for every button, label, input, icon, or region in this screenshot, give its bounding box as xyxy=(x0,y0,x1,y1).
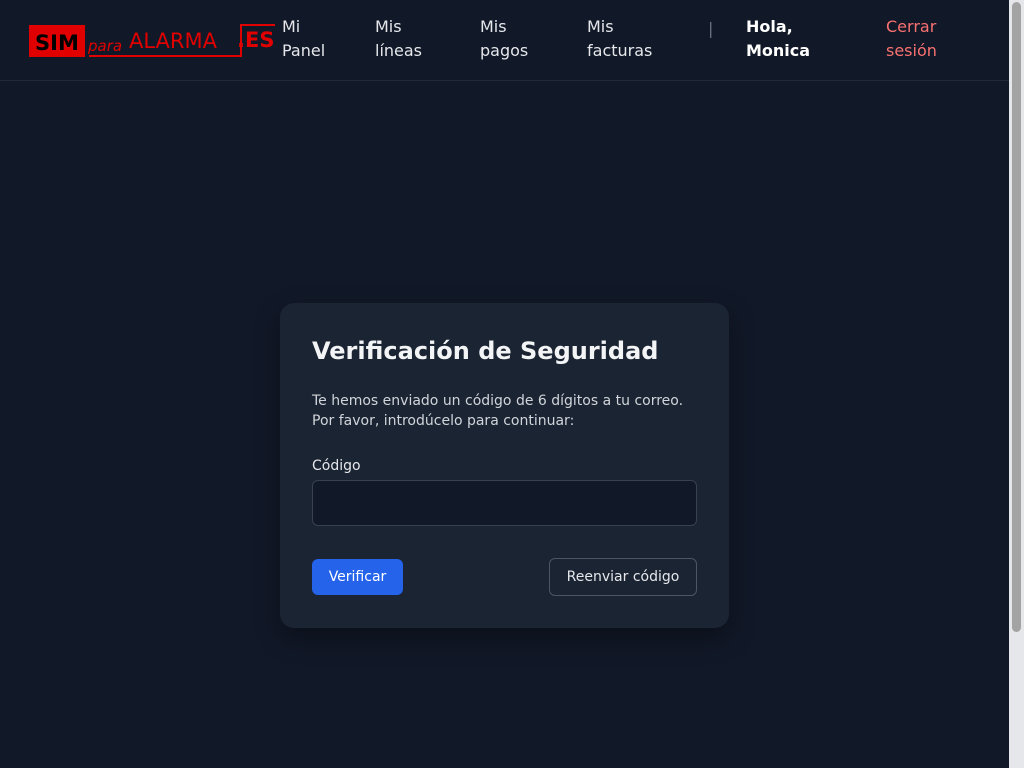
nav-separator: | xyxy=(708,19,714,38)
nav-mis-lineas-line2: líneas xyxy=(375,41,423,60)
code-input[interactable] xyxy=(312,480,697,526)
logo-sim-text: SIM xyxy=(35,31,79,55)
description-line1: Te hemos enviado un código de 6 dígitos … xyxy=(312,393,684,409)
nav-mis-pagos-line1: Mis xyxy=(480,17,507,36)
nav-mis-lineas-line1: Mis xyxy=(375,17,402,36)
nav-mis-facturas-line1: Mis xyxy=(587,17,614,36)
logo-alarma-text: ALARMA xyxy=(129,29,218,53)
logout-line2: sesión xyxy=(886,41,937,60)
nav-mis-pagos[interactable]: Mis pagos xyxy=(480,15,528,63)
code-label: Código xyxy=(312,458,361,474)
resend-code-button[interactable]: Reenviar código xyxy=(549,558,697,596)
logout-link[interactable]: Cerrar sesión xyxy=(886,15,937,63)
page: SIM para ALARMA .ES Mi Panel Mis líneas … xyxy=(0,0,1009,768)
top-navbar: SIM para ALARMA .ES Mi Panel Mis líneas … xyxy=(0,0,1009,81)
description-line2: Por favor, introdúcelo para continuar: xyxy=(312,413,575,429)
logout-line1: Cerrar xyxy=(886,17,937,36)
greeting-line1: Hola, xyxy=(746,17,793,36)
verification-card: Verificación de Seguridad Te hemos envia… xyxy=(280,303,729,628)
logo-es-text: .ES xyxy=(237,28,274,52)
nav-mis-pagos-line2: pagos xyxy=(480,41,529,60)
nav-mis-facturas[interactable]: Mis facturas xyxy=(587,15,652,63)
verification-description: Te hemos enviado un código de 6 dígitos … xyxy=(312,391,702,431)
user-greeting: Hola, Monica xyxy=(746,15,810,63)
nav-mis-facturas-line2: facturas xyxy=(587,41,653,60)
nav-mi-panel[interactable]: Mi Panel xyxy=(282,15,325,63)
logo-para-text: para xyxy=(87,37,122,55)
greeting-name: Monica xyxy=(746,41,811,60)
vertical-scrollbar[interactable] xyxy=(1009,0,1024,768)
nav-mi-panel-line2: Panel xyxy=(282,41,326,60)
nav-mis-lineas[interactable]: Mis líneas xyxy=(375,15,422,63)
brand-logo[interactable]: SIM para ALARMA .ES xyxy=(29,23,275,59)
verification-title: Verificación de Seguridad xyxy=(312,337,659,365)
scrollbar-thumb[interactable] xyxy=(1012,2,1021,632)
verify-button[interactable]: Verificar xyxy=(312,559,403,595)
nav-mi-panel-line1: Mi xyxy=(282,17,301,36)
